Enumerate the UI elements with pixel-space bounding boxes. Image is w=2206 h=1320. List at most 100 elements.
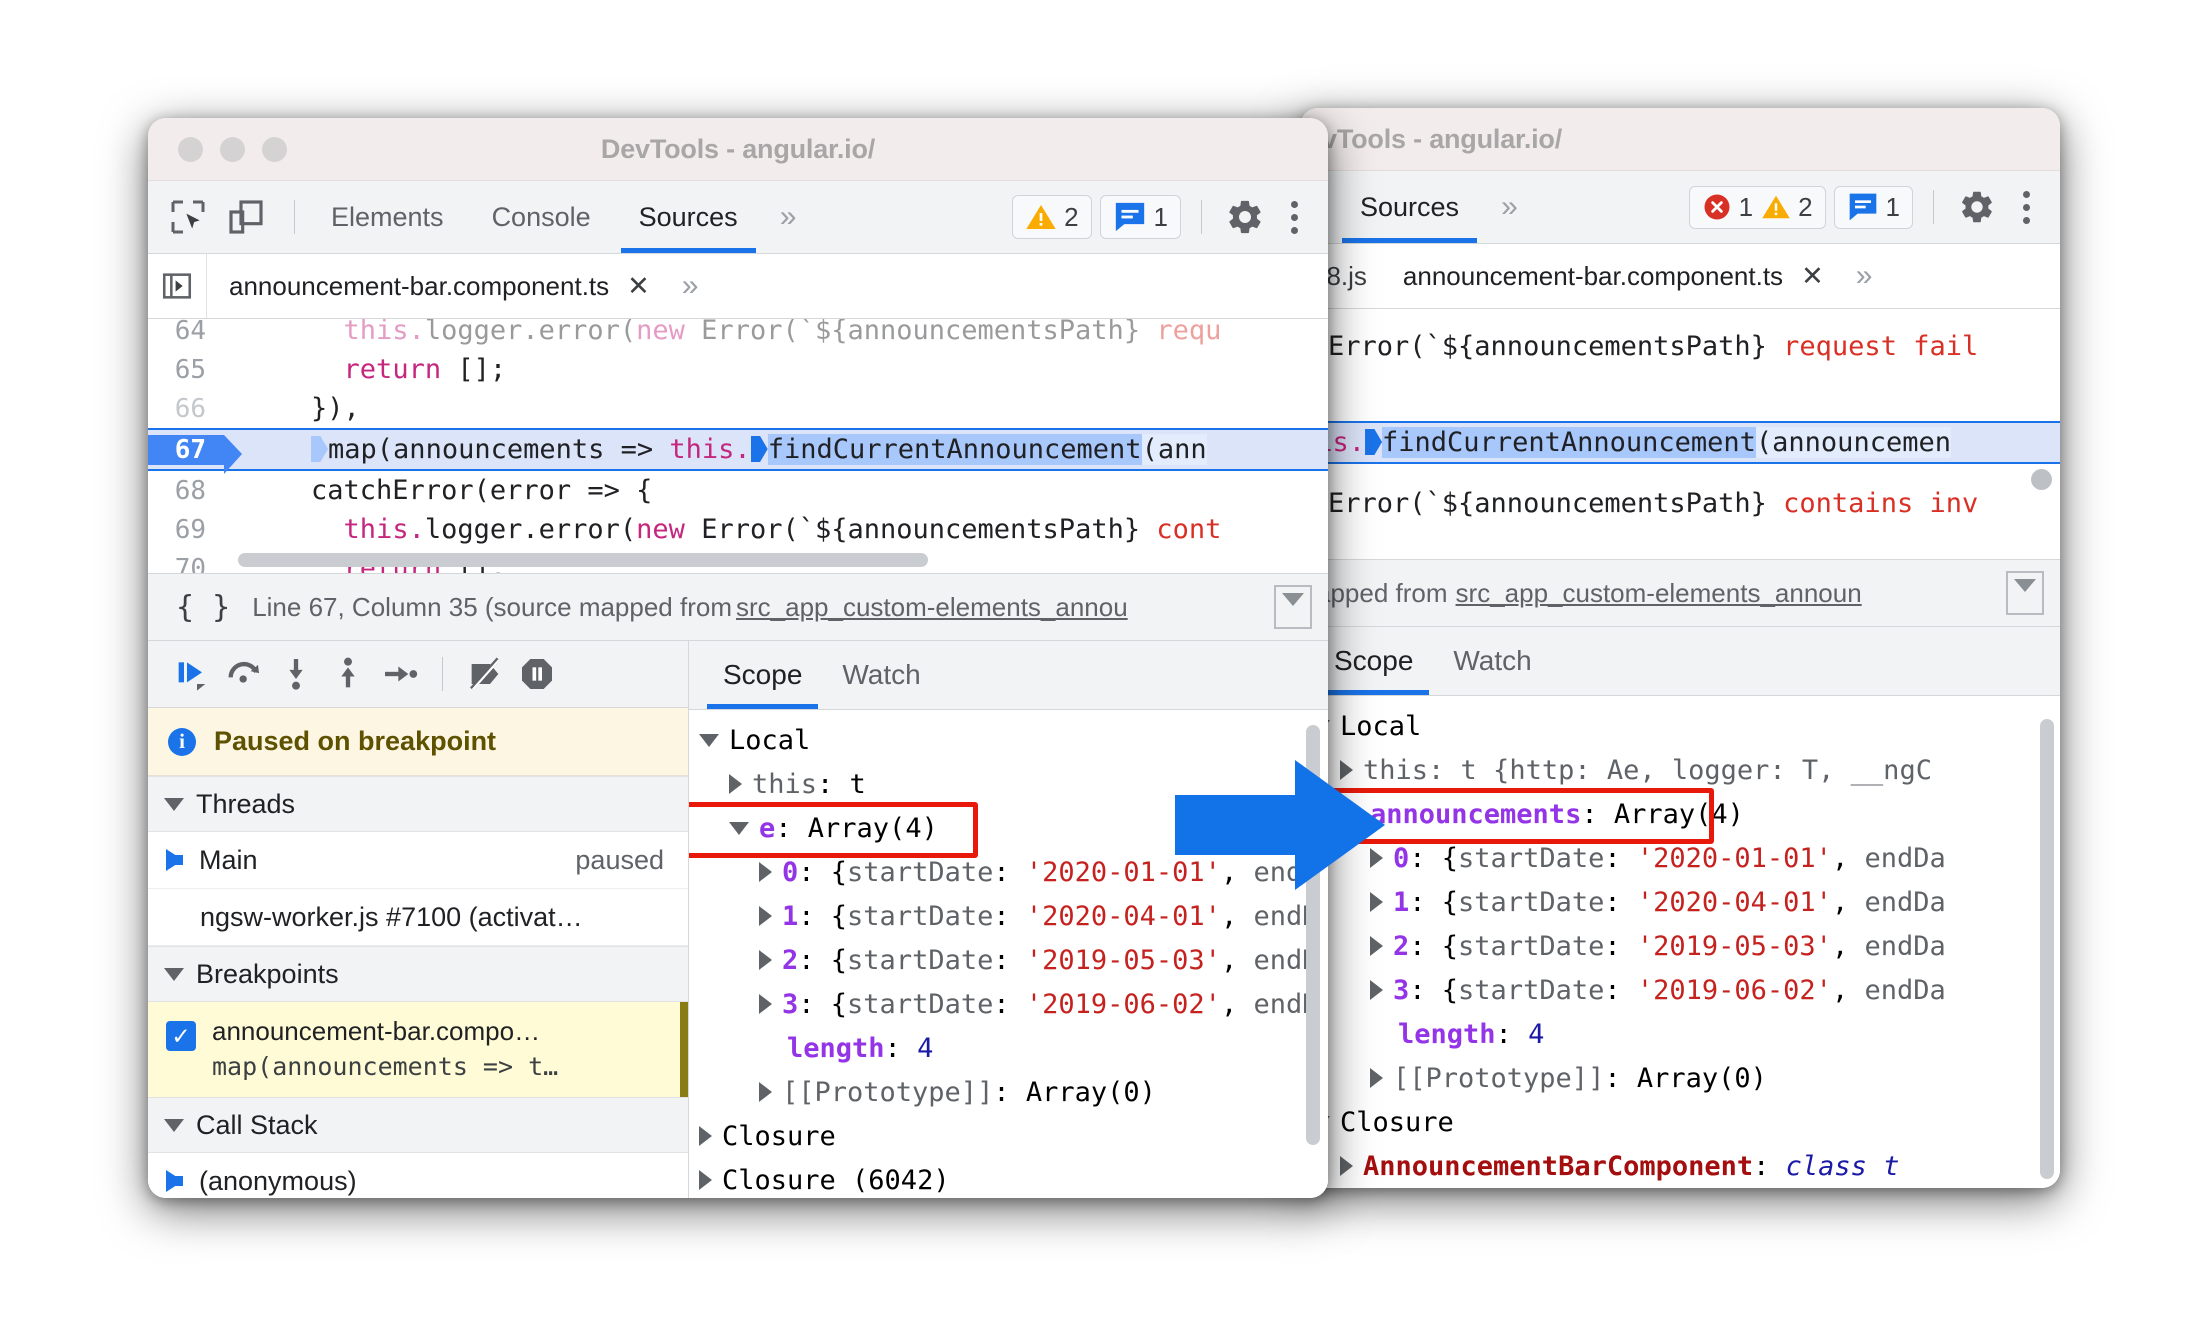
step-icon[interactable] bbox=[378, 652, 422, 696]
kebab-menu-icon-right[interactable] bbox=[2008, 184, 2044, 230]
file-tab-label-left: announcement-bar.component.ts bbox=[229, 270, 610, 301]
file-tab-announcement-bar-right[interactable]: announcement-bar.component.ts ✕ bbox=[1381, 244, 1838, 308]
scope-row[interactable]: Closure (6042) bbox=[689, 1158, 1328, 1198]
titlebar-left: DevTools - angular.io/ bbox=[148, 118, 1328, 181]
pretty-print-icon[interactable]: { } bbox=[164, 590, 230, 625]
chevron-right-icon[interactable] bbox=[759, 994, 772, 1014]
issues-badge-group-left[interactable]: 2 bbox=[1012, 195, 1092, 239]
tab-watch-left[interactable]: Watch bbox=[822, 641, 940, 709]
deactivate-breakpoints-icon[interactable] bbox=[463, 652, 507, 696]
messages-badge-group-right[interactable]: 1 bbox=[1833, 185, 1913, 229]
chevrons-right-icon-right[interactable]: » bbox=[1483, 190, 1532, 224]
tab-elements[interactable]: Elements bbox=[307, 181, 468, 253]
scope-row[interactable]: Local bbox=[689, 718, 1328, 762]
popout-dropdown-icon-left[interactable] bbox=[1274, 585, 1312, 629]
scope-row[interactable]: 2: {startDate: '2019-05-03', endDa bbox=[1300, 924, 2060, 968]
step-marker-icon[interactable] bbox=[311, 436, 329, 462]
scope-row[interactable]: 3: {startDate: '2019-06-02', endDa bbox=[1300, 968, 2060, 1012]
file-tabs-overflow-icon-left[interactable]: » bbox=[664, 269, 713, 303]
code-lines-left: 64 this.logger.error(new Error(`${announ… bbox=[148, 319, 1328, 573]
scope-row[interactable]: [[Prototype]]: Array(0) bbox=[1300, 1056, 2060, 1100]
step-marker-icon[interactable] bbox=[750, 436, 768, 462]
close-icon-right[interactable]: ✕ bbox=[1801, 261, 1824, 292]
source-map-link-right[interactable]: src_app_custom-elements_announ bbox=[1456, 578, 1862, 609]
chevron-right-icon[interactable] bbox=[1370, 980, 1383, 1000]
scope-row[interactable]: 0: {startDate: '2020-01-01', endDa bbox=[1300, 836, 2060, 880]
chevron-right-icon[interactable] bbox=[1370, 936, 1383, 956]
editor-scroll-dot-right[interactable] bbox=[2031, 469, 2052, 490]
file-tab-announcement-bar-left[interactable]: announcement-bar.component.ts ✕ bbox=[207, 254, 664, 318]
scope-row[interactable]: 1: {startDate: '2020-04-01', endD bbox=[689, 894, 1328, 938]
step-over-next-function-call-icon[interactable] bbox=[222, 652, 266, 696]
file-tabs-overflow-icon-right[interactable]: » bbox=[1838, 259, 1887, 293]
warning-badge-left[interactable]: 2 bbox=[1025, 201, 1079, 233]
chevron-right-icon[interactable] bbox=[759, 1082, 772, 1102]
error-badge-right[interactable]: 1 bbox=[1702, 192, 1753, 223]
tab-sources-left[interactable]: Sources bbox=[615, 181, 762, 253]
callstack-section-header[interactable]: Call Stack bbox=[148, 1097, 688, 1153]
chevron-down-icon[interactable] bbox=[729, 821, 749, 835]
scope-scrollbar-right[interactable] bbox=[2040, 719, 2054, 1179]
scope-row[interactable]: 1: {startDate: '2020-04-01', endDa bbox=[1300, 880, 2060, 924]
pause-on-exceptions-icon[interactable] bbox=[515, 652, 559, 696]
source-map-link-left[interactable]: src_app_custom-elements_annou bbox=[736, 592, 1128, 623]
chevron-right-icon[interactable] bbox=[1340, 1156, 1353, 1176]
messages-badge-group-left[interactable]: 1 bbox=[1099, 195, 1181, 239]
show-navigator-icon[interactable] bbox=[148, 254, 207, 318]
thread-row-worker[interactable]: ngsw-worker.js #7100 (activat… bbox=[148, 889, 688, 946]
resume-script-execution-icon[interactable] bbox=[170, 652, 214, 696]
breakpoints-section-header[interactable]: Breakpoints bbox=[148, 946, 688, 1002]
tab-sources-right[interactable]: Sources bbox=[1336, 171, 1483, 243]
scope-row[interactable]: [[Prototype]]: Array(0) bbox=[689, 1070, 1328, 1114]
step-out-of-current-function-icon[interactable] bbox=[326, 652, 370, 696]
issues-badge-group-right[interactable]: 1 2 bbox=[1688, 185, 1826, 229]
scope-row[interactable]: length: 4 bbox=[1300, 1012, 2060, 1056]
scope-tree-right[interactable]: Local this: t {http: Ae, logger: T, __ngC… bbox=[1300, 696, 2060, 1188]
gear-icon-left[interactable] bbox=[1222, 194, 1268, 240]
tab-scope-right[interactable]: Scope bbox=[1314, 627, 1433, 695]
message-badge-right[interactable]: 1 bbox=[1847, 192, 1900, 223]
scope-row[interactable]: this: t {http: Ae, logger: T, __ngC bbox=[1300, 748, 2060, 792]
scope-row[interactable]: Local bbox=[1300, 704, 2060, 748]
chevron-right-icon[interactable] bbox=[729, 774, 742, 794]
code-token: map(announcements => bbox=[328, 434, 670, 465]
tab-watch-right[interactable]: Watch bbox=[1433, 627, 1551, 695]
scope-row[interactable]: length: 4 bbox=[689, 1026, 1328, 1070]
chevron-down-icon[interactable] bbox=[699, 733, 719, 747]
step-into-next-function-call-icon[interactable] bbox=[274, 652, 318, 696]
scope-row[interactable]: 3: {startDate: '2019-06-02', endD bbox=[689, 982, 1328, 1026]
scope-row[interactable]: Closure bbox=[1300, 1100, 2060, 1144]
chevron-right-icon[interactable] bbox=[1370, 1068, 1383, 1088]
chevron-right-icon[interactable] bbox=[759, 950, 772, 970]
close-icon-left[interactable]: ✕ bbox=[627, 271, 650, 302]
scope-row[interactable]: AnnouncementBarComponent: class t bbox=[1300, 1144, 2060, 1188]
breakpoint-checkbox[interactable]: ✓ bbox=[166, 1021, 196, 1051]
scope-row[interactable]: 2: {startDate: '2019-05-03', endD bbox=[689, 938, 1328, 982]
code-editor-left[interactable]: 64 this.logger.error(new Error(`${announ… bbox=[148, 319, 1328, 573]
chevron-right-icon[interactable] bbox=[759, 906, 772, 926]
tab-scope-left[interactable]: Scope bbox=[703, 641, 822, 709]
device-toolbar-icon[interactable] bbox=[224, 195, 268, 239]
inspect-element-icon[interactable] bbox=[166, 195, 210, 239]
chevron-right-icon[interactable] bbox=[699, 1170, 712, 1190]
thread-row-main[interactable]: Main paused bbox=[148, 832, 688, 889]
chevrons-right-icon-left[interactable]: » bbox=[762, 200, 811, 234]
tab-console[interactable]: Console bbox=[468, 181, 615, 253]
chevron-right-icon[interactable] bbox=[1370, 892, 1383, 912]
popout-dropdown-icon-right[interactable] bbox=[2006, 571, 2044, 615]
callstack-row[interactable]: (anonymous) bbox=[148, 1153, 688, 1198]
warning-badge-right[interactable]: 2 bbox=[1761, 192, 1813, 223]
message-badge-left[interactable]: 1 bbox=[1113, 201, 1168, 233]
editor-hscrollbar-left[interactable] bbox=[238, 553, 928, 567]
chevron-right-icon[interactable] bbox=[759, 862, 772, 882]
code-editor-right[interactable]: Error(`${announcementsPath} request fail… bbox=[1300, 309, 2060, 559]
breakpoint-item[interactable]: ✓ announcement-bar.compo… map(announceme… bbox=[148, 1002, 688, 1097]
chevron-right-icon[interactable] bbox=[699, 1126, 712, 1146]
speech-bubble-icon bbox=[1849, 193, 1876, 221]
scope-row[interactable]: Closure bbox=[689, 1114, 1328, 1158]
kebab-menu-icon-left[interactable] bbox=[1276, 194, 1312, 240]
threads-section-header[interactable]: Threads bbox=[148, 776, 688, 832]
gear-icon-right[interactable] bbox=[1954, 184, 2000, 230]
scope-token: endDa bbox=[1864, 886, 1946, 918]
scope-row[interactable]: announcements: Array(4) bbox=[1300, 788, 2060, 844]
